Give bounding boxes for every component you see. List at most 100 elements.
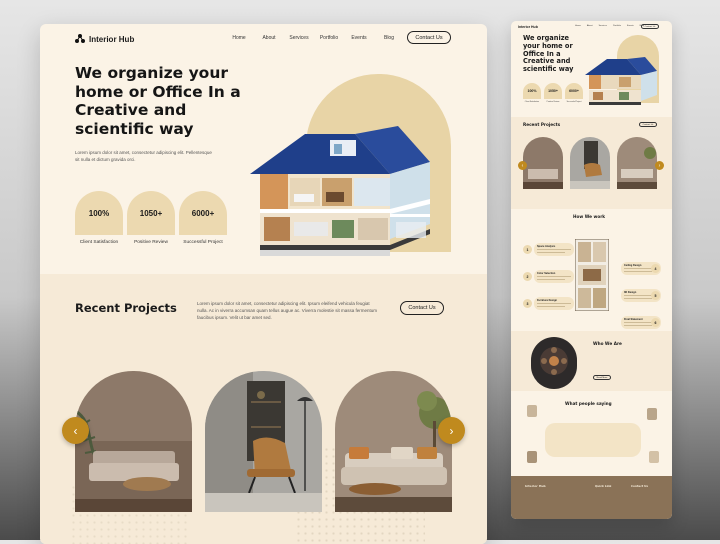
nav-home[interactable]: Home — [224, 35, 254, 41]
preview-step-line — [537, 251, 565, 253]
preview-stat-label: Positive Review — [546, 101, 560, 103]
stat-value: 1050+ — [127, 191, 175, 235]
preview-who-button: Read More — [593, 375, 611, 380]
preview-how-we-work-title: How We work — [573, 214, 606, 219]
nav-about[interactable]: About — [254, 35, 284, 41]
preview-recent-contact: Contact Us — [639, 122, 657, 127]
hero-title: We organize your home or Office In a Cre… — [75, 64, 241, 138]
preview-step-title: 3D Design — [624, 291, 637, 294]
preview-stat: 1050+ Positive Review — [544, 83, 562, 103]
stat-positive-review: 1050+ Positive Review — [127, 191, 175, 246]
preview-stat-value: 1050+ — [544, 83, 562, 99]
preview-step-line — [624, 270, 652, 272]
preview-project-1 — [523, 137, 563, 189]
preview-nav-home: Home — [575, 25, 581, 27]
preview-step-number: 2 — [523, 272, 532, 281]
hero-stats: 100% Client Satisfaction 1050+ Positive … — [75, 191, 227, 246]
preview-step-number: 4 — [651, 264, 660, 273]
preview-project-image — [523, 137, 563, 189]
preview-step-title: Final Statement — [624, 318, 643, 321]
preview-step-number: 3 — [523, 299, 532, 308]
recent-projects-section: Recent Projects Lorem ipsum dolor sit am… — [40, 274, 487, 544]
stat-label: Positive Review — [134, 240, 168, 245]
preview-step-line — [537, 305, 565, 307]
preview-step-number: 5 — [651, 291, 660, 300]
preview-project-image — [570, 137, 610, 189]
preview-step-line — [537, 278, 565, 280]
stat-value: 6000+ — [179, 191, 227, 235]
preview-step-title: Furniture Design — [537, 299, 558, 302]
logo-text: Interior Hub — [89, 34, 135, 44]
preview-step-title: Space Analysis — [537, 245, 556, 248]
recent-contact-us-button[interactable]: Contact Us — [400, 301, 444, 315]
nav-links: Home About Services Portfolio Events Blo… — [224, 35, 404, 41]
nav-services[interactable]: Services — [284, 35, 314, 41]
project-image-living-room — [75, 371, 192, 512]
preview-nav-services: Services — [598, 25, 607, 27]
preview-nav-about: About — [586, 25, 593, 27]
preview-logo: Interior Hub — [518, 25, 538, 29]
preview-project-image — [617, 137, 657, 189]
preview-step-pill: Color Selection — [534, 270, 574, 283]
preview-footer-col2: Contact Us — [631, 484, 649, 488]
logo[interactable]: Interior Hub — [75, 34, 134, 44]
preview-step-line — [537, 276, 571, 277]
stat-value: 100% — [75, 191, 123, 235]
carousel-next-button[interactable]: › — [438, 417, 465, 444]
preview-step-number: 6 — [651, 318, 660, 327]
preview-avatar — [647, 408, 657, 420]
full-page-preview-mockup: Interior Hub Home About Services Portfol… — [511, 21, 672, 519]
preview-next-icon: › — [655, 161, 664, 170]
preview-nav-links: Home About Services Portfolio Events Blo… — [575, 25, 644, 27]
preview-floorplan-image — [575, 239, 609, 311]
preview-step-line — [537, 303, 571, 304]
preview-recent-title: Recent Projects — [523, 122, 561, 127]
preview-who-section: Who We Are Read More — [511, 331, 672, 391]
house-cutaway-image — [250, 126, 430, 256]
stat-label: Successful Project — [183, 240, 223, 245]
project-card-2[interactable] — [205, 371, 322, 512]
preview-footer-logo: Interior Hub — [525, 484, 546, 488]
preview-step-title: Ceiling Design — [624, 264, 642, 267]
hero-description: Lorem ipsum dolor sit amet, consectetur … — [75, 150, 212, 162]
preview-avatar — [527, 405, 537, 417]
recent-projects-title: Recent Projects — [75, 301, 177, 315]
preview-stats: 100% Client Satisfaction 1050+ Positive … — [523, 83, 583, 103]
preview-step-line — [624, 324, 652, 326]
preview-hero-title: We organize your home or Office In a Cre… — [523, 34, 574, 74]
preview-step-title: Color Selection — [537, 272, 556, 275]
preview-step-pill: Furniture Design — [534, 297, 574, 310]
nav-portfolio[interactable]: Portfolio — [314, 35, 344, 41]
carousel-prev-button[interactable]: ‹ — [62, 417, 89, 444]
preview-testimonial-card — [545, 423, 641, 457]
preview-who-image — [531, 337, 577, 389]
nav-events[interactable]: Events — [344, 35, 374, 41]
nav-blog[interactable]: Blog — [374, 35, 404, 41]
project-image-sofa-lounge — [335, 371, 452, 512]
preview-contact-button: Contact Us — [641, 24, 659, 29]
preview-stat-label: Client Satisfaction — [524, 101, 540, 103]
preview-who-title: Who We Are — [593, 341, 622, 346]
stat-successful-project: 6000+ Successful Project — [179, 191, 227, 246]
preview-step-number: 1 — [523, 245, 532, 254]
preview-house-image — [585, 57, 657, 105]
recent-projects-description: Lorem ipsum dolor sit amet, consectetur … — [197, 301, 377, 320]
preview-avatar — [527, 451, 537, 463]
stat-label: Client Satisfaction — [79, 240, 119, 245]
preview-footer-col1: Quick Link — [595, 484, 612, 488]
project-card-1[interactable] — [75, 371, 192, 512]
preview-step-line — [624, 297, 652, 299]
preview-nav-events: Events — [626, 25, 634, 27]
preview-stat-value: 100% — [523, 83, 541, 99]
project-card-3[interactable] — [335, 371, 452, 512]
preview-project-3 — [617, 137, 657, 189]
preview-footer: Interior Hub Quick Link Contact Us — [511, 476, 672, 519]
chevron-left-icon: ‹ — [73, 423, 78, 438]
logo-icon — [75, 34, 85, 43]
contact-us-button[interactable]: Contact Us — [407, 31, 451, 44]
preview-step-pill: Space Analysis — [534, 243, 574, 256]
preview-testimonial-title: What people saying — [565, 401, 612, 406]
main-page-mockup: Interior Hub Home About Services Portfol… — [40, 24, 487, 544]
preview-navbar: Interior Hub Home About Services Portfol… — [511, 21, 672, 33]
project-image-armchair — [205, 371, 322, 512]
